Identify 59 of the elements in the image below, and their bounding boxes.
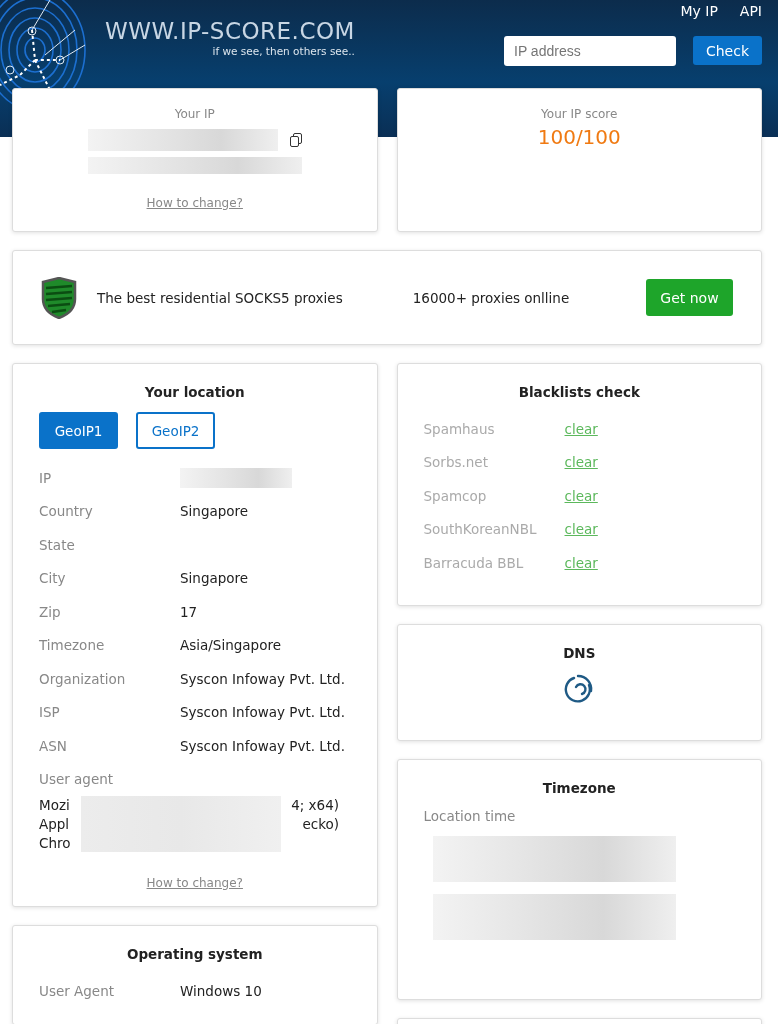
field-value: Syscon Infoway Pvt. Ltd. <box>180 737 345 754</box>
check-button[interactable]: Check <box>693 36 762 65</box>
field-label: Country <box>39 503 94 520</box>
field-label: Zip <box>39 603 62 620</box>
user-agent-text: 4; x64) <box>291 796 339 815</box>
field-value: Syscon Infoway Pvt. Ltd. <box>180 670 345 687</box>
geoip-tab[interactable]: GeoIP1 <box>39 412 118 449</box>
blacklist-name: SouthKoreanNBL <box>423 521 538 538</box>
ip-score: 100/100 <box>537 125 621 149</box>
field-label: Organization <box>39 670 127 687</box>
field-value: Windows 10 <box>180 982 262 999</box>
how-to-change-link[interactable]: How to change? <box>146 196 243 210</box>
field-value: Singapore <box>180 570 249 587</box>
card-title: DNS <box>562 645 597 661</box>
tagline: if we see, then others see.. <box>212 45 355 57</box>
blacklist-name: Spamcop <box>423 487 488 504</box>
card-title: Timezone <box>541 780 617 796</box>
field-label: Location time <box>423 808 517 824</box>
field-label: ISP <box>39 704 61 721</box>
field-label: IP <box>39 469 53 486</box>
blacklist-status-link[interactable]: clear <box>564 420 598 437</box>
field-label: User Agent <box>39 982 116 999</box>
copy-icon[interactable] <box>289 133 302 147</box>
how-to-change-link[interactable]: How to change? <box>146 876 243 890</box>
nav-link[interactable]: My IP <box>680 3 718 19</box>
nav-link[interactable]: API <box>739 3 762 19</box>
spinner-icon <box>564 673 595 705</box>
field-label: Timezone <box>39 637 106 654</box>
field-value: 17 <box>180 603 198 620</box>
field-label: State <box>39 536 76 553</box>
geoip-tab[interactable]: GeoIP2 <box>136 412 215 449</box>
card-title: Your location <box>143 384 246 400</box>
user-agent-text: ecko) <box>302 815 339 834</box>
proxy-count: 16000+ proxies onlline <box>412 289 570 306</box>
user-agent-text: Mozi <box>39 796 70 815</box>
blacklist-status-link[interactable]: clear <box>564 521 598 538</box>
blacklist-name: Spamhaus <box>423 420 496 437</box>
card-title: Blacklists check <box>517 384 641 400</box>
field-value: Asia/Singapore <box>180 637 281 654</box>
user-agent-text: Chro <box>39 834 71 853</box>
card-title: Your IP <box>174 107 215 121</box>
card-title: Operating system <box>125 946 264 962</box>
banner-text: The best residential SOCKS5 proxies <box>97 289 343 306</box>
field-value: Syscon Infoway Pvt. Ltd. <box>180 704 345 721</box>
blacklist-name: Barracuda BBL <box>423 554 525 571</box>
user-agent-text: Appl <box>39 815 70 834</box>
shield-icon <box>41 276 77 319</box>
blacklist-status-link[interactable]: clear <box>564 487 598 504</box>
ip-address-field[interactable]: IP address <box>504 36 676 66</box>
card-title: Your IP score <box>541 107 618 121</box>
field-label: User agent <box>39 771 115 788</box>
site-logo-text: WWW.IP-SCORE.COM <box>105 18 355 44</box>
blacklist-name: Sorbs.net <box>423 454 489 471</box>
field-value: Singapore <box>180 503 249 520</box>
field-label: ASN <box>39 737 68 754</box>
get-now-button[interactable]: Get now <box>646 279 733 316</box>
blacklist-status-link[interactable]: clear <box>564 554 598 571</box>
field-label: City <box>39 570 67 587</box>
blacklist-status-link[interactable]: clear <box>564 454 598 471</box>
